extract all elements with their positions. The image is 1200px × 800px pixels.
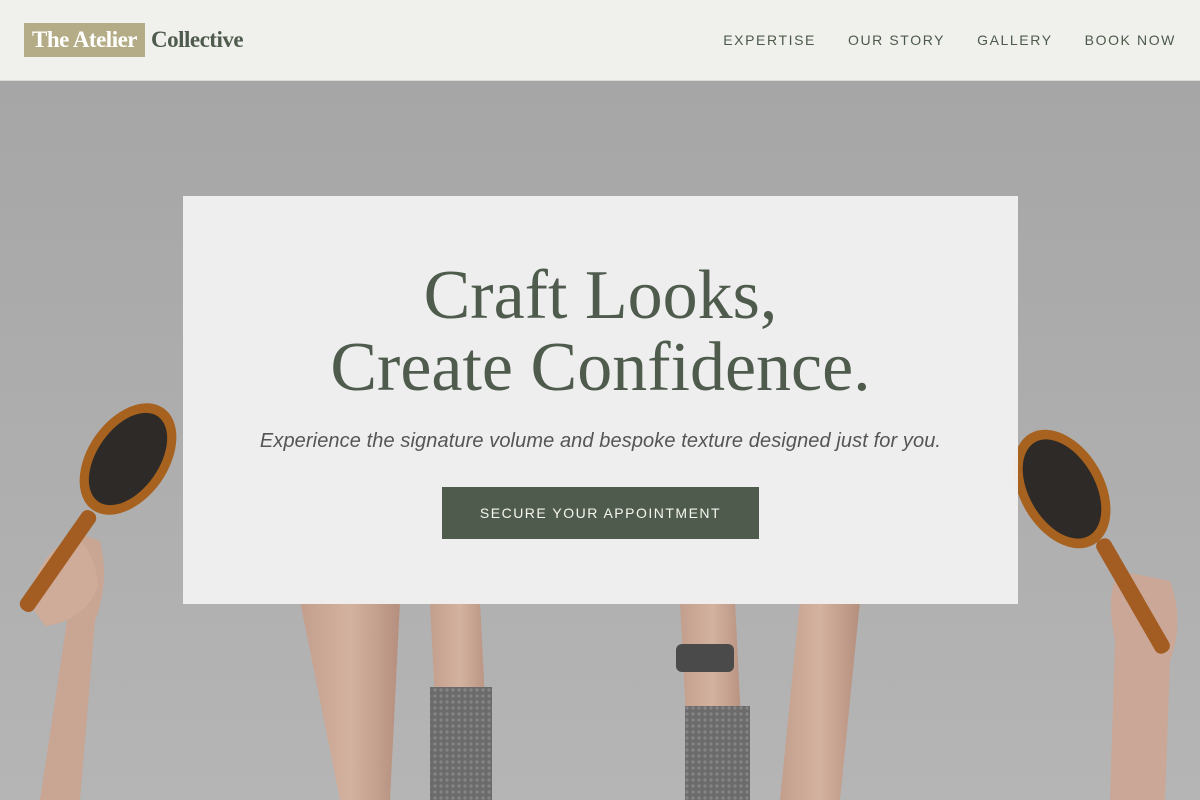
- brand-logo[interactable]: The Atelier Collective: [24, 23, 244, 57]
- secure-appointment-button[interactable]: SECURE YOUR APPOINTMENT: [442, 487, 759, 539]
- hero-title: Craft Looks, Create Confidence.: [183, 260, 1018, 404]
- nav-our-story[interactable]: OUR STORY: [848, 32, 945, 48]
- hero-title-line-2: Create Confidence.: [330, 329, 871, 406]
- logo-wordmark: Collective: [151, 27, 244, 52]
- nav-expertise[interactable]: EXPERTISE: [723, 32, 816, 48]
- hero-title-line-1: Craft Looks,: [423, 257, 778, 334]
- site-header: The Atelier Collective EXPERTISE OUR STO…: [0, 0, 1200, 81]
- nav-book-now[interactable]: BOOK NOW: [1085, 32, 1176, 48]
- hero-section: Craft Looks, Create Confidence. Experien…: [0, 81, 1200, 800]
- hero-card: Craft Looks, Create Confidence. Experien…: [183, 196, 1018, 604]
- main-nav: EXPERTISE OUR STORY GALLERY BOOK NOW: [723, 32, 1176, 48]
- hero-subtitle: Experience the signature volume and besp…: [259, 430, 942, 452]
- nav-gallery[interactable]: GALLERY: [977, 32, 1053, 48]
- logo-mark: The Atelier: [24, 23, 145, 57]
